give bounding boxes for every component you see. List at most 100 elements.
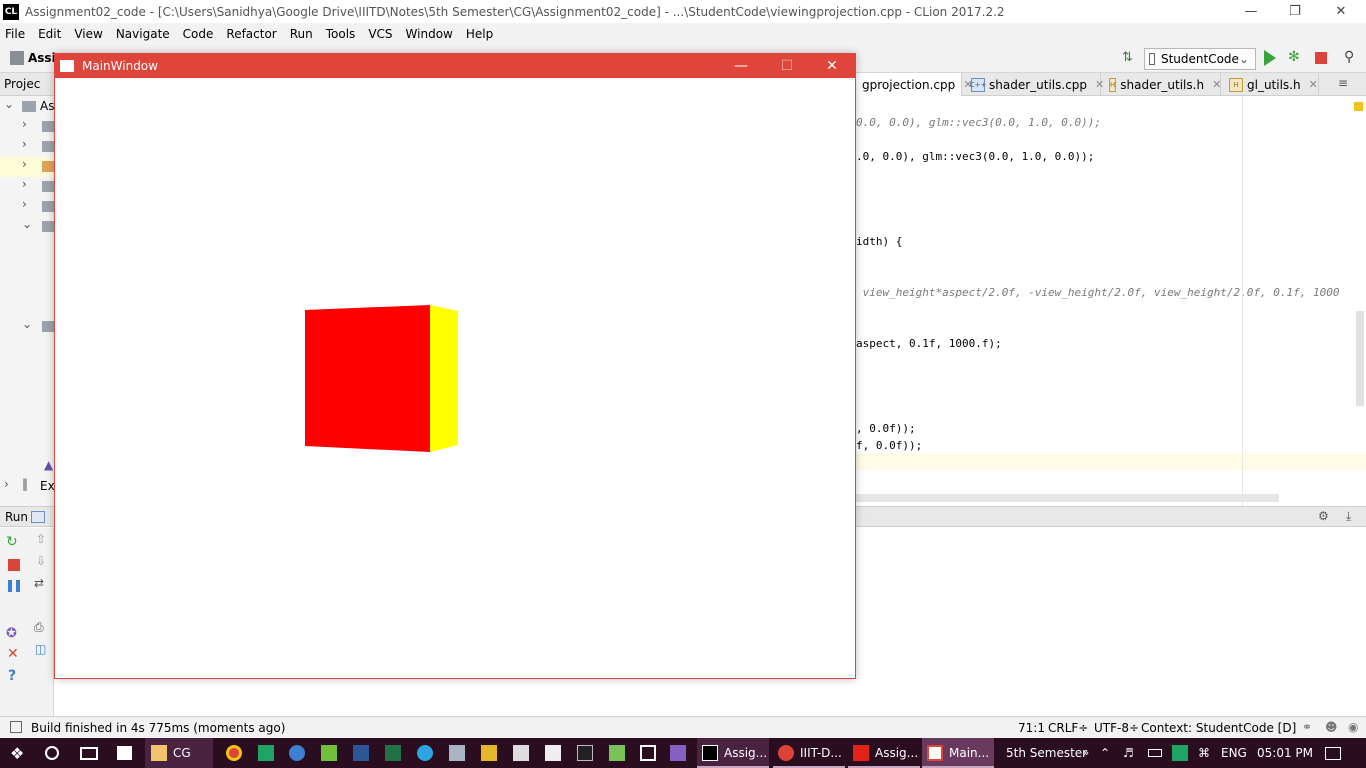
menu-vcs[interactable]: VCS bbox=[368, 27, 392, 41]
restore-button[interactable]: ❐ bbox=[1272, 0, 1318, 23]
browser-icon[interactable] bbox=[289, 738, 311, 768]
maximize-button[interactable]: ☐ bbox=[764, 54, 810, 78]
excel-icon[interactable] bbox=[385, 738, 407, 768]
notification-center-icon[interactable] bbox=[1325, 738, 1341, 768]
rerun-icon[interactable]: ↻ bbox=[6, 534, 18, 550]
code-editor[interactable]: 0.0, 0.0), glm::vec3(0.0, 1.0, 0.0)); .0… bbox=[856, 96, 1366, 506]
print-icon[interactable]: ⎙ bbox=[34, 620, 44, 635]
search-icon[interactable]: ⚲ bbox=[1344, 49, 1354, 65]
minimize-button[interactable]: — bbox=[1228, 0, 1274, 23]
chrome-icon[interactable] bbox=[226, 738, 248, 768]
close-tab-icon[interactable]: ✕ bbox=[1212, 78, 1221, 91]
windows-start-icon[interactable]: ❖ bbox=[10, 738, 24, 768]
run-panel-label[interactable]: Run bbox=[5, 510, 28, 524]
tab-overflow-icon[interactable]: ≡ bbox=[1338, 76, 1348, 90]
store-icon[interactable] bbox=[117, 738, 132, 768]
wrap-icon[interactable]: ⇄ bbox=[34, 576, 44, 590]
virtualbox-icon[interactable] bbox=[640, 738, 662, 768]
app-icon[interactable] bbox=[449, 738, 471, 768]
tab-shader-utils-h[interactable]: Hshader_utils.h ✕ bbox=[1103, 73, 1221, 96]
run-config-select[interactable]: StudentCode ⌄ bbox=[1144, 48, 1256, 70]
stop-icon[interactable] bbox=[1315, 52, 1327, 64]
menu-help[interactable]: Help bbox=[466, 27, 493, 41]
app-icon[interactable] bbox=[545, 738, 567, 768]
down-arrow-icon[interactable]: ⇩ bbox=[36, 554, 46, 568]
menu-view[interactable]: View bbox=[74, 27, 102, 41]
menu-run[interactable]: Run bbox=[290, 27, 313, 41]
wifi-icon[interactable]: ⌘ bbox=[1198, 738, 1210, 768]
word-icon[interactable] bbox=[353, 738, 375, 768]
tree-folder-row-selected[interactable]: › bbox=[0, 157, 56, 177]
build-hammer-icon[interactable]: ⇅ bbox=[1122, 50, 1133, 65]
taskbar-clion[interactable]: Assig... bbox=[697, 738, 769, 768]
volume-icon[interactable]: ♬ bbox=[1123, 738, 1134, 768]
pin-icon[interactable]: ✪ bbox=[6, 626, 17, 641]
line-separator[interactable]: CRLF÷ bbox=[1048, 721, 1088, 735]
chevron-up-icon[interactable]: ⌃ bbox=[1100, 738, 1110, 768]
menu-code[interactable]: Code bbox=[183, 27, 214, 41]
close-tab-icon[interactable]: ✕ bbox=[1309, 78, 1318, 91]
clock[interactable]: 05:01 PM bbox=[1257, 738, 1313, 768]
hide-panel-icon[interactable]: ⤓ bbox=[1346, 509, 1351, 524]
app-icon[interactable] bbox=[513, 738, 535, 768]
menu-navigate[interactable]: Navigate bbox=[116, 27, 170, 41]
lock-icon[interactable]: ⚭ bbox=[1302, 720, 1312, 734]
taskbar-cg-folder[interactable]: CG bbox=[145, 738, 213, 768]
tree-folder-row[interactable]: › bbox=[0, 197, 56, 217]
taskbar-pdf[interactable]: Assig... bbox=[848, 738, 920, 768]
chevron-double-icon[interactable]: » bbox=[1083, 738, 1089, 768]
tab-viewingprojection-cpp[interactable]: gprojection.cpp ✕ bbox=[856, 73, 972, 96]
tree-folder-row[interactable]: › bbox=[0, 137, 56, 157]
project-tab-label[interactable]: Projec bbox=[4, 77, 40, 91]
visual-studio-icon[interactable] bbox=[670, 738, 692, 768]
help-icon[interactable]: ? bbox=[8, 668, 16, 684]
app-icon[interactable] bbox=[481, 738, 503, 768]
menu-refactor[interactable]: Refactor bbox=[226, 27, 276, 41]
utorrent-icon[interactable] bbox=[321, 738, 343, 768]
tree-root-row[interactable]: ⌄ Assi bbox=[0, 97, 64, 117]
android-icon[interactable] bbox=[609, 738, 631, 768]
close-button[interactable]: ✕ bbox=[809, 54, 855, 78]
drive-sync-icon[interactable] bbox=[1172, 738, 1194, 768]
tree-folder-row[interactable]: ⌄ bbox=[0, 317, 56, 337]
tree-folder-row[interactable]: › bbox=[0, 177, 56, 197]
language-indicator[interactable]: ENG bbox=[1221, 738, 1247, 768]
menu-edit[interactable]: Edit bbox=[38, 27, 61, 41]
cortana-icon[interactable] bbox=[45, 738, 59, 768]
up-arrow-icon[interactable]: ⇧ bbox=[36, 532, 46, 546]
google-drive-icon[interactable] bbox=[258, 738, 280, 768]
terminal-icon[interactable] bbox=[577, 738, 599, 768]
caret-position[interactable]: 71:1 bbox=[1018, 721, 1045, 735]
trash-icon[interactable]: ◫ bbox=[35, 642, 46, 656]
minimize-button[interactable]: — bbox=[718, 54, 764, 78]
run-icon[interactable] bbox=[1264, 50, 1276, 66]
tree-folder-row[interactable]: ⌄ bbox=[0, 217, 56, 237]
resolve-context[interactable]: Context: StudentCode [D] bbox=[1141, 721, 1296, 735]
pause-icon[interactable] bbox=[8, 580, 20, 592]
vertical-scrollbar[interactable] bbox=[1356, 311, 1364, 406]
task-view-icon[interactable] bbox=[80, 738, 98, 768]
telegram-icon[interactable] bbox=[417, 738, 439, 768]
taskbar-chrome[interactable]: IIIT-D... bbox=[773, 738, 845, 768]
close-button[interactable]: ✕ bbox=[1318, 0, 1364, 23]
main-window-title-bar[interactable]: MainWindow — ☐ ✕ bbox=[55, 54, 855, 78]
opengl-viewport[interactable] bbox=[55, 78, 855, 678]
tree-folder-row[interactable]: › bbox=[0, 117, 56, 137]
tab-shader-utils-cpp[interactable]: C++ shader_utils.cpp ✕ bbox=[965, 73, 1104, 96]
horizontal-scrollbar[interactable] bbox=[856, 494, 1279, 502]
gear-icon[interactable]: ⚙ bbox=[1318, 509, 1329, 523]
menu-file[interactable]: File bbox=[5, 27, 25, 41]
cmake-row[interactable]: ▲ bbox=[0, 458, 56, 478]
debug-icon[interactable]: ✻ bbox=[1288, 49, 1300, 65]
notifications-icon[interactable]: ◉ bbox=[1348, 720, 1358, 734]
taskbar-toolbar-label[interactable]: 5th Semester bbox=[1006, 738, 1087, 768]
close-icon[interactable]: ✕ bbox=[7, 646, 19, 662]
inspector-icon[interactable]: ☻ bbox=[1325, 720, 1338, 734]
battery-icon[interactable] bbox=[1148, 738, 1162, 768]
taskbar-mainwindow[interactable]: Main... bbox=[922, 738, 994, 768]
status-toggle-icon[interactable] bbox=[10, 721, 22, 733]
menu-window[interactable]: Window bbox=[406, 27, 453, 41]
tab-gl-utils-h[interactable]: Hgl_utils.h ✕ bbox=[1223, 73, 1319, 96]
file-encoding[interactable]: UTF-8÷ bbox=[1094, 721, 1139, 735]
menu-tools[interactable]: Tools bbox=[326, 27, 356, 41]
